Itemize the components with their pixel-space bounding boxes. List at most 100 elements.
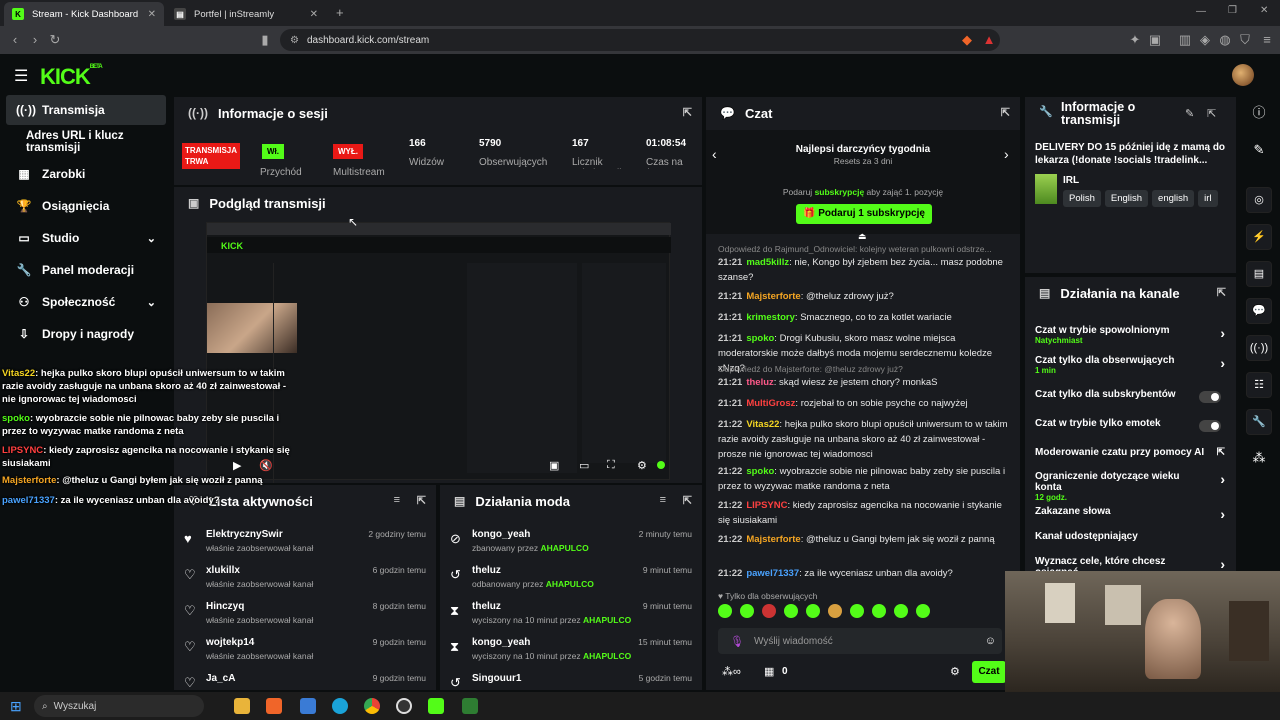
menu-icon[interactable]: ≡ <box>1258 31 1276 49</box>
sidebar-toggle-icon[interactable]: ▥ <box>1176 31 1194 49</box>
taskbar-search[interactable]: ⌕ Wyszukaj <box>34 695 204 717</box>
gift-sub-button[interactable]: 🎁 Podaruj 1 subskrypcję <box>796 204 932 224</box>
tag[interactable]: English <box>1104 190 1149 207</box>
tag[interactable]: irl <box>1198 190 1218 207</box>
tab-instreamly[interactable]: ▤ Portfel | inStreamly ✕ <box>166 2 326 26</box>
toggle-switch[interactable] <box>1199 420 1221 432</box>
rail-button-wrench[interactable]: 🔧 <box>1246 409 1272 435</box>
popout-icon[interactable]: ⇱ <box>417 494 426 507</box>
obs-icon[interactable] <box>396 698 412 714</box>
wallet-icon[interactable]: ◈ <box>1196 31 1214 49</box>
filter-icon[interactable]: ≡ <box>660 494 666 506</box>
reader-icon[interactable]: ▣ <box>1146 31 1164 49</box>
spreadsheet-icon[interactable] <box>462 698 478 714</box>
edge-icon[interactable] <box>332 698 348 714</box>
sidebar-item-dropy[interactable]: ⇩ Dropy i nagrody <box>6 319 166 349</box>
edit-icon[interactable]: ✎ <box>1246 142 1272 158</box>
maximize-icon[interactable]: ❐ <box>1228 5 1237 16</box>
kick-logo[interactable]: KICKBETA <box>40 64 103 90</box>
minimize-icon[interactable]: — <box>1196 6 1206 17</box>
rail-button-broadcast[interactable]: ((·)) <box>1246 335 1272 361</box>
send-chat-button[interactable]: Czat <box>972 661 1006 683</box>
close-tab-icon[interactable]: ✕ <box>148 9 156 20</box>
info-icon[interactable]: ⓘ <box>1246 102 1272 121</box>
file-explorer-icon[interactable] <box>234 698 250 714</box>
shield-icon[interactable]: ⛉ <box>1236 31 1254 49</box>
chevron-right-icon[interactable]: › <box>1004 146 1009 162</box>
windows-start-icon[interactable]: ⊞ <box>10 698 22 715</box>
channel-setting[interactable]: Kanał udostępniający <box>1035 531 1225 542</box>
back-icon[interactable]: ‹ <box>6 31 24 49</box>
rail-button-camera[interactable]: ◎ <box>1246 187 1272 213</box>
emote-icon <box>718 604 732 618</box>
close-tab-icon[interactable]: ✕ <box>310 9 318 20</box>
reload-icon[interactable]: ↻ <box>46 31 64 49</box>
channel-setting[interactable]: Moderowanie czatu przy pomocy AI ⇱ <box>1035 447 1225 458</box>
new-tab-icon[interactable]: + <box>336 5 344 20</box>
gift-icon[interactable]: ▦ <box>764 665 774 678</box>
infinity-points-icon[interactable]: ⁂∞ <box>722 665 741 678</box>
sidebar-item-spolecznosc[interactable]: ⚇ Społeczność ⌄ <box>6 287 166 317</box>
sidebar-item-stream-key[interactable]: Adres URL i klucz transmisji <box>6 127 176 157</box>
chat-message: 21:22 Majsterforte: @theluz u Gangi byłem… <box>718 534 995 545</box>
sidebar-item-panel-moderacji[interactable]: 🔧 Panel moderacji <box>6 255 166 285</box>
vpn-icon[interactable]: ◍ <box>1216 31 1234 49</box>
collapse-icon[interactable]: ⏏ <box>858 231 867 242</box>
channel-setting[interactable]: Czat tylko dla obserwujących 1 min › <box>1035 355 1225 375</box>
rail-button-list[interactable]: ☷ <box>1246 372 1272 398</box>
tag[interactable]: Polish <box>1063 190 1101 207</box>
channel-setting[interactable]: Czat tylko dla subskrybentów <box>1035 389 1225 403</box>
sidebar-item-studio[interactable]: ▭ Studio ⌄ <box>6 223 166 253</box>
app-icon[interactable] <box>300 698 316 714</box>
hamburger-menu-icon[interactable]: ☰ <box>14 66 28 86</box>
popout-icon[interactable]: ⇱ <box>1001 106 1010 119</box>
url-field[interactable]: ⚙ dashboard.kick.com/stream <box>280 29 1000 51</box>
tag[interactable]: english <box>1152 190 1195 207</box>
tab-kick-dashboard[interactable]: K Stream - Kick Dashboard ✕ <box>4 2 164 26</box>
brave-icon[interactable] <box>266 698 282 714</box>
rail-button-document[interactable]: ▤ <box>1246 261 1272 287</box>
popout-icon[interactable]: ⇱ <box>683 106 692 119</box>
sidebar-item-transmisja[interactable]: ((·)) Transmisja <box>6 95 166 125</box>
close-window-icon[interactable]: ✕ <box>1260 5 1268 16</box>
user-avatar[interactable] <box>1232 64 1254 86</box>
theater-icon[interactable]: ▭ <box>579 459 589 472</box>
popout-icon[interactable]: ⇱ <box>683 494 692 507</box>
popout-icon[interactable]: ⇱ <box>1207 107 1216 120</box>
chrome-icon[interactable] <box>364 698 380 714</box>
channel-setting[interactable]: Zakazane słowa › <box>1035 506 1225 522</box>
filter-icon[interactable]: ≡ <box>394 494 400 506</box>
rail-button-lightning[interactable]: ⚡ <box>1246 224 1272 250</box>
emoji-icon[interactable]: ☺ <box>985 635 996 647</box>
list-item: ♡ xlukillx właśnie zaobserwował kanał 6 god… <box>184 565 426 589</box>
chat-settings-icon[interactable]: ⚙ <box>950 665 960 678</box>
kick-app-icon[interactable] <box>428 698 444 714</box>
chevron-left-icon[interactable]: ‹ <box>712 146 717 162</box>
community-icon[interactable]: ⁂ <box>1246 450 1272 466</box>
brave-rewards-icon[interactable]: ▲ <box>980 31 998 49</box>
channel-setting[interactable]: Czat w trybie tylko emotek <box>1035 418 1225 432</box>
site-info-icon[interactable]: ⚙ <box>290 35 299 46</box>
bookmark-icon[interactable]: ▮ <box>256 31 274 49</box>
chat-input[interactable]: 🎙 Wyślij wiadomość ☺ <box>718 628 1002 654</box>
stream-preview-video[interactable]: KICK ▶ 🔇 ▣ ▭ ⛶ ⚙ <box>206 222 671 483</box>
webcam-door <box>1229 601 1269 661</box>
brave-shield-icon[interactable]: ◆ <box>958 31 976 49</box>
rail-button-chat[interactable]: 💬 <box>1246 298 1272 324</box>
channel-setting[interactable]: Czat w trybie spowolnionym Natychmiast › <box>1035 325 1225 345</box>
ban-icon: ⊘ <box>450 531 461 546</box>
chat-username: Majsterforte <box>746 291 801 302</box>
chevron-right-icon: › <box>1220 355 1225 371</box>
sidebar-item-osiagniecia[interactable]: 🏆 Osiągnięcia <box>6 191 166 221</box>
toggle-switch[interactable] <box>1199 391 1221 403</box>
channel-setting[interactable]: Ograniczenie dotyczące wieku konta 12 god… <box>1035 471 1225 502</box>
emote-bar[interactable] <box>718 604 1008 622</box>
forward-icon[interactable]: › <box>26 31 44 49</box>
pip-icon[interactable]: ▣ <box>549 459 559 472</box>
edit-icon[interactable]: ✎ <box>1185 107 1194 120</box>
fullscreen-icon[interactable]: ⛶ <box>607 459 615 472</box>
popout-icon[interactable]: ⇱ <box>1217 286 1226 299</box>
extensions-icon[interactable]: ✦ <box>1126 31 1144 49</box>
settings-icon[interactable]: ⚙ <box>637 459 647 472</box>
sidebar-item-zarobki[interactable]: ▦ Zarobki <box>6 159 166 189</box>
